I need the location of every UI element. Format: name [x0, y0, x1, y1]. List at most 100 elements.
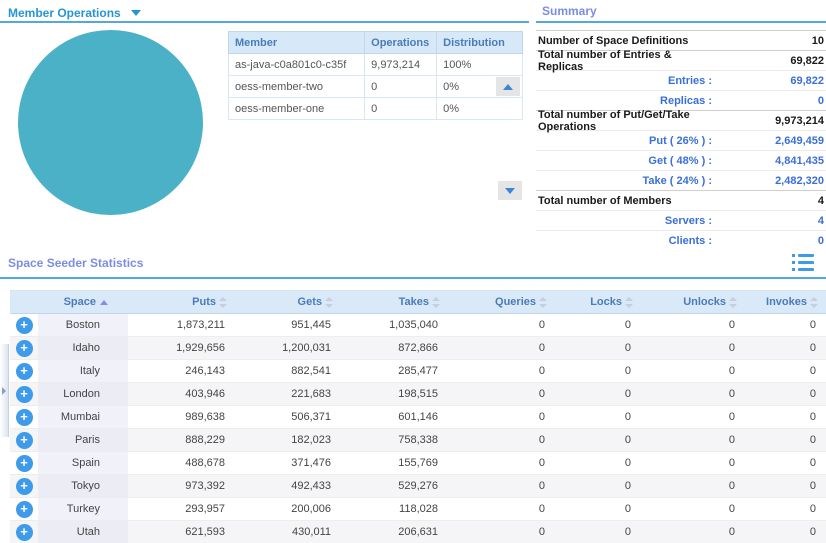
stat-value-cell: 1,200,031 [235, 336, 341, 360]
stat-value-cell: 0 [641, 474, 745, 498]
space-name-cell: Utah [38, 520, 128, 543]
member-row[interactable]: oess-member-one 0 0% [227, 97, 523, 120]
stat-value-cell: 989,638 [128, 405, 235, 429]
summary-title: Summary [542, 4, 597, 18]
section-divider [0, 21, 529, 23]
space-name-cell: Italy [38, 359, 128, 383]
stat-value-cell: 293,957 [128, 497, 235, 521]
member-row[interactable]: as-java-c0a801c0-c35f 9,973,214 100% [227, 53, 523, 76]
section-divider [536, 21, 826, 23]
summary-row: Servers : 4 [536, 210, 826, 230]
stats-col-header-invokes[interactable]: Invokes [745, 290, 826, 314]
summary-value: 2,649,459 [775, 134, 824, 147]
sort-icon [219, 296, 227, 308]
member-cell: oess-member-one [227, 97, 366, 120]
space-seeder-title: Space Seeder Statistics [8, 256, 144, 270]
stat-value-cell: 488,678 [128, 451, 235, 475]
space-name-cell: Paris [38, 428, 128, 452]
stats-row-boston[interactable]: + Boston 1,873,211 951,445 1,035,040 0 0 0 0 [10, 313, 826, 337]
list-icon-row [792, 268, 814, 271]
stat-value-cell: 0 [555, 428, 641, 452]
stats-row-spain[interactable]: + Spain 488,678 371,476 155,769 0 0 0 0 [10, 451, 826, 475]
list-view-icon[interactable] [792, 254, 814, 271]
summary-value: 10 [811, 34, 824, 47]
stats-col-header-locks[interactable]: Locks [555, 290, 641, 314]
stat-value-cell: 0 [448, 497, 555, 521]
stats-row-mumbai[interactable]: + Mumbai 989,638 506,371 601,146 0 0 0 0 [10, 405, 826, 429]
stats-row-idaho[interactable]: + Idaho 1,929,656 1,200,031 872,866 0 0 0 0 [10, 336, 826, 360]
member-operations-dropdown[interactable]: Member Operations [8, 4, 142, 22]
stats-col-label: Invokes [766, 296, 807, 308]
expand-row-button[interactable]: + [15, 454, 33, 472]
space-name-cell: Spain [38, 451, 128, 475]
summary-label: Take ( 24% ) : [642, 174, 713, 187]
stat-value-cell: 1,035,040 [341, 313, 448, 337]
stats-col-header-puts[interactable]: Puts [128, 290, 235, 314]
sort-icon [810, 296, 818, 308]
panel-splitter[interactable] [0, 344, 9, 437]
summary-label: Total number of Members [538, 194, 672, 207]
summary-row: Get ( 48% ) : 4,841,435 [536, 150, 826, 170]
expand-row-button[interactable]: + [15, 500, 33, 518]
member-col-header-distribution[interactable]: Distribution [436, 31, 523, 54]
space-name-cell: Boston [38, 313, 128, 337]
member-col-header-operations[interactable]: Operations [364, 31, 438, 54]
summary-value: 4 [817, 214, 824, 227]
expand-row-button[interactable]: + [15, 362, 33, 380]
stat-value-cell: 621,593 [128, 520, 235, 543]
stats-col-header-queries[interactable]: Queries [448, 290, 555, 314]
summary-row: Entries : 69,822 [536, 70, 826, 90]
summary-value: 0 [817, 94, 824, 107]
summary-label: Put ( 26% ) : [649, 134, 712, 147]
stat-value-cell: 0 [555, 405, 641, 429]
scroll-up-button[interactable] [496, 77, 520, 96]
collapse-arrow-icon [2, 386, 6, 395]
stats-col-header-gets[interactable]: Gets [235, 290, 341, 314]
stat-value-cell: 430,011 [235, 520, 341, 543]
summary-value: 69,822 [790, 74, 824, 87]
member-cell: oess-member-two [227, 75, 366, 98]
stat-value-cell: 0 [745, 474, 826, 498]
stats-row-turkey[interactable]: + Turkey 293,957 200,006 118,028 0 0 0 0 [10, 497, 826, 521]
member-cell: 9,973,214 [364, 53, 438, 76]
scroll-down-button[interactable] [498, 181, 522, 200]
expand-row-button[interactable]: + [15, 408, 33, 426]
stats-row-italy[interactable]: + Italy 246,143 882,541 285,477 0 0 0 0 [10, 359, 826, 383]
expand-row-button[interactable]: + [15, 431, 33, 449]
summary-rows: Number of Space Definitions 10 Total numbe… [536, 30, 826, 250]
summary-row: Put ( 26% ) : 2,649,459 [536, 130, 826, 150]
stat-value-cell: 0 [448, 474, 555, 498]
stats-row-utah[interactable]: + Utah 621,593 430,011 206,631 0 0 0 0 [10, 520, 826, 543]
member-cell: as-java-c0a801c0-c35f [227, 53, 366, 76]
stats-row-paris[interactable]: + Paris 888,229 182,023 758,338 0 0 0 0 [10, 428, 826, 452]
stats-col-header-takes[interactable]: Takes [341, 290, 448, 314]
summary-row: Clients : 0 [536, 230, 826, 250]
stats-col-header-unlocks[interactable]: Unlocks [641, 290, 745, 314]
member-operations-pie-chart[interactable] [18, 30, 203, 215]
expander-cell: + [10, 474, 38, 498]
stat-value-cell: 0 [448, 313, 555, 337]
expand-row-button[interactable]: + [15, 385, 33, 403]
stat-value-cell: 0 [745, 405, 826, 429]
expand-row-button[interactable]: + [15, 316, 33, 334]
summary-label: Total number of Put/Get/Take Operations [538, 108, 690, 133]
stats-row-london[interactable]: + London 403,946 221,683 198,515 0 0 0 0 [10, 382, 826, 406]
member-table-header-row: Member Operations Distribution [227, 31, 523, 54]
member-col-header-member[interactable]: Member [227, 31, 366, 54]
expander-cell: + [10, 382, 38, 406]
stat-value-cell: 0 [745, 428, 826, 452]
summary-value: 2,482,320 [775, 174, 824, 187]
summary-value: 4,841,435 [775, 154, 824, 167]
stats-col-header-space[interactable]: Space [38, 290, 128, 314]
stat-value-cell: 0 [641, 428, 745, 452]
stat-value-cell: 0 [448, 382, 555, 406]
summary-label: Replicas : [660, 94, 712, 107]
expand-row-button[interactable]: + [15, 523, 33, 541]
expand-row-button[interactable]: + [15, 339, 33, 357]
stat-value-cell: 0 [641, 405, 745, 429]
member-row[interactable]: oess-member-two 0 0% [227, 75, 523, 98]
expand-row-button[interactable]: + [15, 477, 33, 495]
stat-value-cell: 529,276 [341, 474, 448, 498]
stats-row-tokyo[interactable]: + Tokyo 973,392 492,433 529,276 0 0 0 0 [10, 474, 826, 498]
stat-value-cell: 0 [555, 520, 641, 543]
